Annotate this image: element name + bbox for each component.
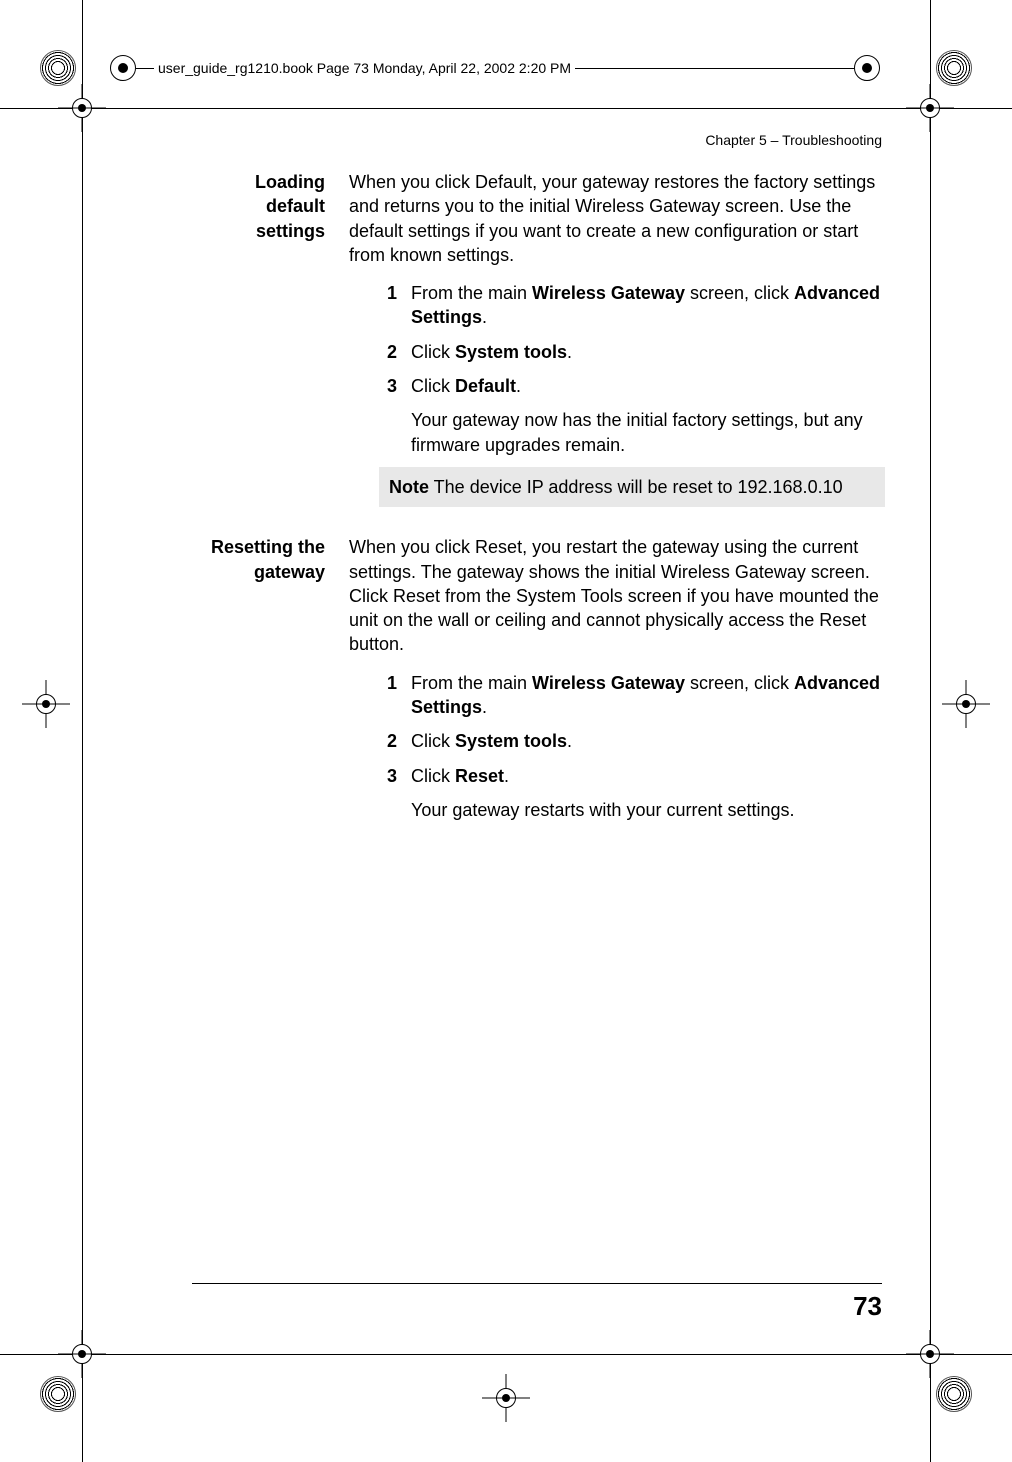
header-line xyxy=(575,68,854,69)
list-item: 2 Click System tools. xyxy=(379,729,885,753)
registration-ring-icon xyxy=(854,55,880,81)
section-body: When you click Default, your gateway res… xyxy=(349,170,885,507)
registration-ring-icon xyxy=(110,55,136,81)
list-item: 1 From the main Wireless Gateway screen,… xyxy=(379,281,885,330)
step-text: From the main Wireless Gateway screen, c… xyxy=(411,281,885,330)
section-body: When you click Reset, you restart the ga… xyxy=(349,535,885,832)
page-number: 73 xyxy=(853,1291,882,1322)
corner-mark-icon xyxy=(936,50,972,86)
step-text: Click Reset. xyxy=(411,764,885,788)
list-item: 3 Click Default. xyxy=(379,374,885,398)
note-box: Note The device IP address will be reset… xyxy=(379,467,885,507)
crop-line-top xyxy=(0,108,1012,109)
step-number: 2 xyxy=(379,340,397,364)
note-label: Note xyxy=(389,477,429,497)
step-text: From the main Wireless Gateway screen, c… xyxy=(411,671,885,720)
print-header-filename: user_guide_rg1210.book Page 73 Monday, A… xyxy=(154,60,575,76)
step-text: Click System tools. xyxy=(411,340,885,364)
step-number: 2 xyxy=(379,729,397,753)
print-header-bar: user_guide_rg1210.book Page 73 Monday, A… xyxy=(110,50,880,86)
list-item: 1 From the main Wireless Gateway screen,… xyxy=(379,671,885,720)
section-loading-default: Loading default settings When you click … xyxy=(195,170,885,507)
step-text: Click System tools. xyxy=(411,729,885,753)
intro-paragraph: When you click Reset, you restart the ga… xyxy=(349,535,885,656)
chapter-header: Chapter 5 – Troubleshooting xyxy=(705,132,882,148)
page-content: Loading default settings When you click … xyxy=(195,170,885,860)
corner-mark-icon xyxy=(40,1376,76,1412)
crop-line-bottom xyxy=(0,1354,1012,1355)
registration-mark-icon xyxy=(482,1374,530,1422)
side-heading: Resetting the gateway xyxy=(195,535,325,832)
heading-text: Resetting the gateway xyxy=(211,537,325,581)
registration-mark-icon xyxy=(58,84,106,132)
list-item: 2 Click System tools. xyxy=(379,340,885,364)
registration-mark-icon xyxy=(906,84,954,132)
ordered-list: 1 From the main Wireless Gateway screen,… xyxy=(349,671,885,822)
step-number: 3 xyxy=(379,374,397,398)
ordered-list: 1 From the main Wireless Gateway screen,… xyxy=(349,281,885,457)
step-text: Click Default. xyxy=(411,374,885,398)
crop-line-left xyxy=(82,0,83,1462)
intro-paragraph: When you click Default, your gateway res… xyxy=(349,170,885,267)
registration-mark-icon xyxy=(58,1330,106,1378)
corner-mark-icon xyxy=(40,50,76,86)
side-heading: Loading default settings xyxy=(195,170,325,507)
crop-line-right xyxy=(930,0,931,1462)
after-steps-text: Your gateway restarts with your current … xyxy=(411,798,885,822)
list-item: 3 Click Reset. xyxy=(379,764,885,788)
registration-mark-icon xyxy=(906,1330,954,1378)
registration-mark-icon xyxy=(22,680,70,728)
header-line xyxy=(136,68,154,69)
section-resetting-gateway: Resetting the gateway When you click Res… xyxy=(195,535,885,832)
step-number: 1 xyxy=(379,281,397,330)
step-number: 1 xyxy=(379,671,397,720)
heading-text: Loading default settings xyxy=(255,172,325,241)
registration-mark-icon xyxy=(942,680,990,728)
note-body: The device IP address will be reset to 1… xyxy=(429,477,843,497)
corner-mark-icon xyxy=(936,1376,972,1412)
step-number: 3 xyxy=(379,764,397,788)
page-footer-rule xyxy=(192,1283,882,1284)
after-steps-text: Your gateway now has the initial factory… xyxy=(411,408,885,457)
